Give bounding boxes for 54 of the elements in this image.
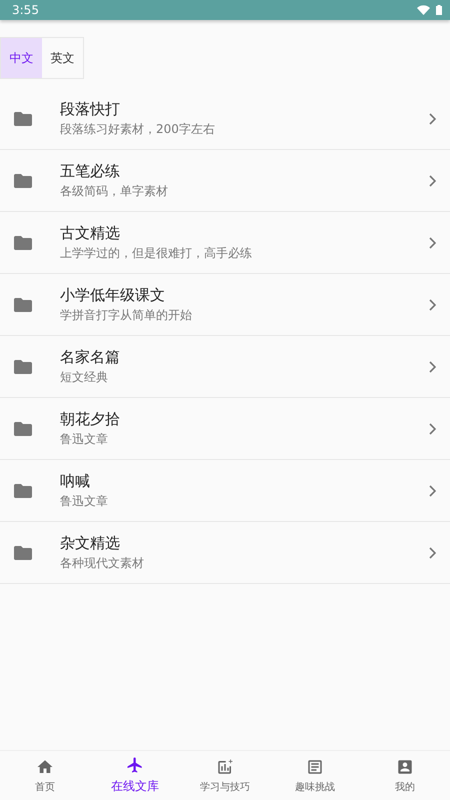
airplane-icon	[126, 756, 144, 774]
home-icon	[36, 758, 54, 776]
category-title: 名家名篇	[60, 348, 121, 366]
category-row[interactable]: 小学低年级课文 学拼音打字从简单的开始	[0, 274, 450, 336]
category-title: 杂文精选	[60, 534, 121, 552]
chevron-right-icon	[429, 360, 436, 372]
category-row[interactable]: 杂文精选 各种现代文素材	[0, 522, 450, 584]
category-title: 古文精选	[60, 224, 121, 242]
chevron-right-icon	[429, 236, 436, 248]
chevron-right-icon	[429, 112, 436, 124]
chevron-right-icon	[429, 174, 436, 186]
category-subtitle: 各级简码，单字素材	[60, 182, 169, 200]
category-subtitle: 学拼音打字从简单的开始	[60, 306, 193, 324]
category-row[interactable]: 朝花夕拾 鲁迅文章	[0, 398, 450, 460]
chevron-right-icon	[429, 546, 436, 558]
category-row[interactable]: 呐喊 鲁迅文章	[0, 460, 450, 522]
category-subtitle: 短文经典	[60, 368, 109, 386]
category-subtitle: 段落练习好素材，200字左右	[60, 120, 216, 138]
folder-icon	[14, 298, 32, 312]
nav-tab[interactable]: 趣味挑战	[270, 751, 360, 800]
wifi-icon	[417, 5, 430, 15]
category-title: 小学低年级课文	[60, 286, 166, 304]
folder-icon	[14, 174, 32, 188]
folder-icon	[14, 112, 32, 126]
chevron-right-icon	[429, 484, 436, 496]
chevron-right-icon	[429, 298, 436, 310]
category-subtitle: 上学学过的，但是很难打，高手必练	[60, 244, 253, 262]
nav-tab[interactable]: 我的	[360, 751, 450, 800]
nav-tab[interactable]: 学习与技巧	[180, 751, 270, 800]
nav-tab[interactable]: 首页	[0, 751, 90, 800]
category-title: 呐喊	[60, 472, 91, 490]
folder-icon	[14, 422, 32, 436]
folder-icon	[14, 546, 32, 560]
folder-icon	[14, 236, 32, 250]
profile-icon	[396, 758, 414, 776]
category-subtitle: 鲁迅文章	[60, 430, 109, 448]
category-subtitle: 鲁迅文章	[60, 492, 109, 510]
folder-icon	[14, 360, 32, 374]
status-time: 3:55	[12, 3, 39, 17]
category-row[interactable]: 古文精选 上学学过的，但是很难打，高手必练	[0, 212, 450, 274]
language-tab[interactable]: 中文	[1, 38, 42, 78]
chart-add-icon	[216, 758, 234, 776]
category-subtitle: 各种现代文素材	[60, 554, 145, 572]
category-title: 朝花夕拾	[60, 410, 121, 428]
category-title: 五笔必练	[60, 162, 121, 180]
category-row[interactable]: 五笔必练 各级简码，单字素材	[0, 150, 450, 212]
folder-icon	[14, 484, 32, 498]
battery-icon	[436, 5, 442, 15]
category-row[interactable]: 段落快打 段落练习好素材，200字左右	[0, 88, 450, 150]
nav-tab[interactable]: 在线文库	[90, 751, 180, 800]
chevron-right-icon	[429, 422, 436, 434]
document-icon	[306, 758, 324, 776]
category-title: 段落快打	[60, 100, 121, 118]
category-row[interactable]: 名家名篇 短文经典	[0, 336, 450, 398]
